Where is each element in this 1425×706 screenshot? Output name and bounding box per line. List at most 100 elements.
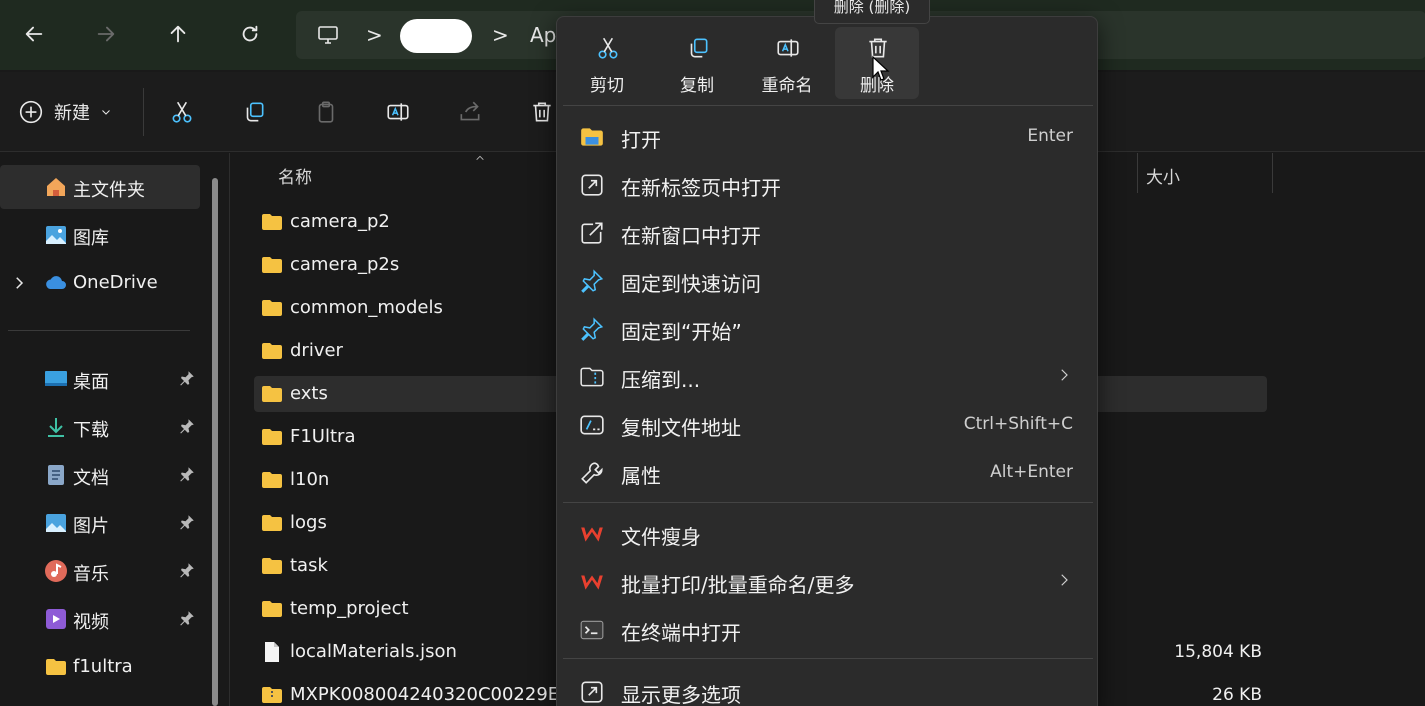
mouse-cursor-icon bbox=[872, 55, 890, 81]
toolbar-divider bbox=[143, 88, 144, 136]
chevron-right-icon[interactable] bbox=[10, 274, 28, 292]
new-button[interactable]: 新建 bbox=[18, 94, 112, 130]
file-name: F1Ultra bbox=[290, 426, 356, 447]
back-button[interactable] bbox=[14, 14, 54, 54]
this-pc-crumb[interactable] bbox=[316, 11, 340, 59]
pin-icon[interactable] bbox=[178, 369, 196, 387]
new-button-label: 新建 bbox=[54, 103, 90, 124]
menu-item-batch-tools[interactable]: 批量打印/批量重命名/更多 bbox=[563, 559, 1093, 603]
file-size: 26 KB bbox=[1212, 685, 1262, 705]
context-menu: 剪切 复制 重命名 删除 打开 Enter 在新标签页中打开 在新窗口中打开 固… bbox=[556, 16, 1098, 706]
menu-item-label: 打开 bbox=[621, 128, 661, 152]
menu-item-open-terminal[interactable]: 在终端中打开 bbox=[563, 607, 1093, 651]
shortcut-text: Alt+Enter bbox=[990, 462, 1073, 482]
pin-icon[interactable] bbox=[178, 417, 196, 435]
rename-action[interactable]: 重命名 bbox=[745, 27, 829, 99]
sidebar-item-label: 视频 bbox=[73, 612, 109, 633]
sidebar-item-label: 主文件夹 bbox=[73, 180, 145, 201]
folder-icon bbox=[262, 257, 282, 273]
zip-folder-icon bbox=[580, 367, 604, 387]
file-name: camera_p2 bbox=[290, 211, 390, 232]
file-name: task bbox=[290, 555, 328, 576]
sidebar-item-label: 桌面 bbox=[73, 372, 109, 393]
column-divider[interactable] bbox=[1272, 153, 1273, 193]
crumb-separator[interactable]: > bbox=[492, 11, 509, 59]
menu-item-pin-start[interactable]: 固定到“开始” bbox=[563, 306, 1093, 350]
chevron-down-icon bbox=[102, 110, 110, 115]
home-icon bbox=[47, 178, 65, 196]
monitor-icon bbox=[318, 26, 338, 44]
folder-icon bbox=[262, 558, 282, 574]
column-divider[interactable] bbox=[1137, 153, 1138, 193]
folder-open-icon bbox=[581, 128, 603, 146]
sidebar-item-pictures[interactable]: 图片 bbox=[0, 501, 200, 545]
rename-button[interactable] bbox=[378, 92, 418, 132]
pin-icon[interactable] bbox=[178, 561, 196, 579]
column-header-size[interactable]: 大小 bbox=[1146, 163, 1180, 188]
pin-icon[interactable] bbox=[178, 513, 196, 531]
file-icon bbox=[265, 642, 279, 662]
sidebar-item-onedrive[interactable]: OneDrive bbox=[0, 261, 200, 305]
folder-icon bbox=[46, 659, 66, 675]
folder-icon bbox=[262, 601, 282, 617]
menu-item-properties[interactable]: 属性 Alt+Enter bbox=[563, 450, 1093, 494]
sidebar-scrollbar[interactable] bbox=[212, 178, 218, 706]
sidebar-item-videos[interactable]: 视频 bbox=[0, 597, 200, 641]
file-name: localMaterials.json bbox=[290, 641, 457, 662]
copy-action[interactable]: 复制 bbox=[655, 27, 739, 99]
folder-icon bbox=[262, 429, 282, 445]
menu-item-label: 固定到快速访问 bbox=[621, 272, 761, 296]
sidebar-item-music[interactable]: 音乐 bbox=[0, 549, 200, 593]
refresh-icon bbox=[242, 25, 258, 42]
shortcut-text: Enter bbox=[1027, 126, 1073, 146]
folder-icon bbox=[262, 386, 282, 402]
cloud-icon bbox=[46, 276, 66, 289]
gallery-icon bbox=[46, 226, 66, 244]
sidebar-item-documents[interactable]: 文档 bbox=[0, 453, 200, 497]
menu-item-open-new-window[interactable]: 在新窗口中打开 bbox=[563, 210, 1093, 254]
pin-icon[interactable] bbox=[178, 465, 196, 483]
current-folder-crumb[interactable]: Ap bbox=[530, 11, 556, 59]
sidebar-item-desktop[interactable]: 桌面 bbox=[0, 357, 200, 401]
sidebar-item-downloads[interactable]: 下载 bbox=[0, 405, 200, 449]
paste-button[interactable] bbox=[306, 92, 346, 132]
sidebar-item-label: 音乐 bbox=[73, 564, 109, 585]
cut-action[interactable]: 剪切 bbox=[565, 27, 649, 99]
up-button[interactable] bbox=[158, 14, 198, 54]
sidebar-item-home[interactable]: 主文件夹 bbox=[0, 165, 200, 209]
share-button[interactable] bbox=[450, 92, 490, 132]
sidebar-item-f1ultra[interactable]: f1ultra bbox=[0, 645, 200, 689]
menu-item-compress[interactable]: 压缩到... bbox=[563, 354, 1093, 398]
copy-button[interactable] bbox=[234, 92, 274, 132]
column-header-name[interactable]: 名称 bbox=[278, 163, 312, 188]
cut-button[interactable] bbox=[162, 92, 202, 132]
pin-icon[interactable] bbox=[178, 609, 196, 627]
menu-divider bbox=[563, 502, 1093, 503]
refresh-button[interactable] bbox=[230, 14, 270, 54]
copy-icon bbox=[690, 38, 708, 58]
menu-item-open-new-tab[interactable]: 在新标签页中打开 bbox=[563, 162, 1093, 206]
menu-item-label: 在新标签页中打开 bbox=[621, 176, 781, 200]
trash-icon bbox=[533, 102, 551, 122]
chevron-right-icon bbox=[1061, 574, 1068, 586]
crumb-separator[interactable]: > bbox=[366, 11, 383, 59]
menu-item-show-more[interactable]: 显示更多选项 bbox=[563, 669, 1093, 706]
menu-item-open[interactable]: 打开 Enter bbox=[563, 114, 1093, 158]
action-label: 重命名 bbox=[761, 76, 813, 96]
menu-item-pin-quick-access[interactable]: 固定到快速访问 bbox=[563, 258, 1093, 302]
forward-button[interactable] bbox=[86, 14, 126, 54]
pin-icon bbox=[581, 317, 604, 341]
music-icon bbox=[45, 560, 67, 582]
menu-item-label: 在终端中打开 bbox=[621, 621, 741, 645]
menu-item-file-slimming[interactable]: 文件瘦身 bbox=[563, 511, 1093, 555]
pin-icon bbox=[581, 269, 604, 293]
shortcut-text: Ctrl+Shift+C bbox=[963, 414, 1073, 434]
arrow-left-icon bbox=[25, 26, 43, 42]
sidebar-item-gallery[interactable]: 图库 bbox=[0, 213, 200, 257]
rename-icon bbox=[387, 103, 409, 121]
sidebar-divider bbox=[8, 330, 190, 331]
menu-item-copy-path[interactable]: 复制文件地址 Ctrl+Shift+C bbox=[563, 402, 1093, 446]
folder-icon bbox=[262, 300, 282, 316]
file-name: driver bbox=[290, 340, 343, 361]
download-icon bbox=[48, 418, 64, 437]
